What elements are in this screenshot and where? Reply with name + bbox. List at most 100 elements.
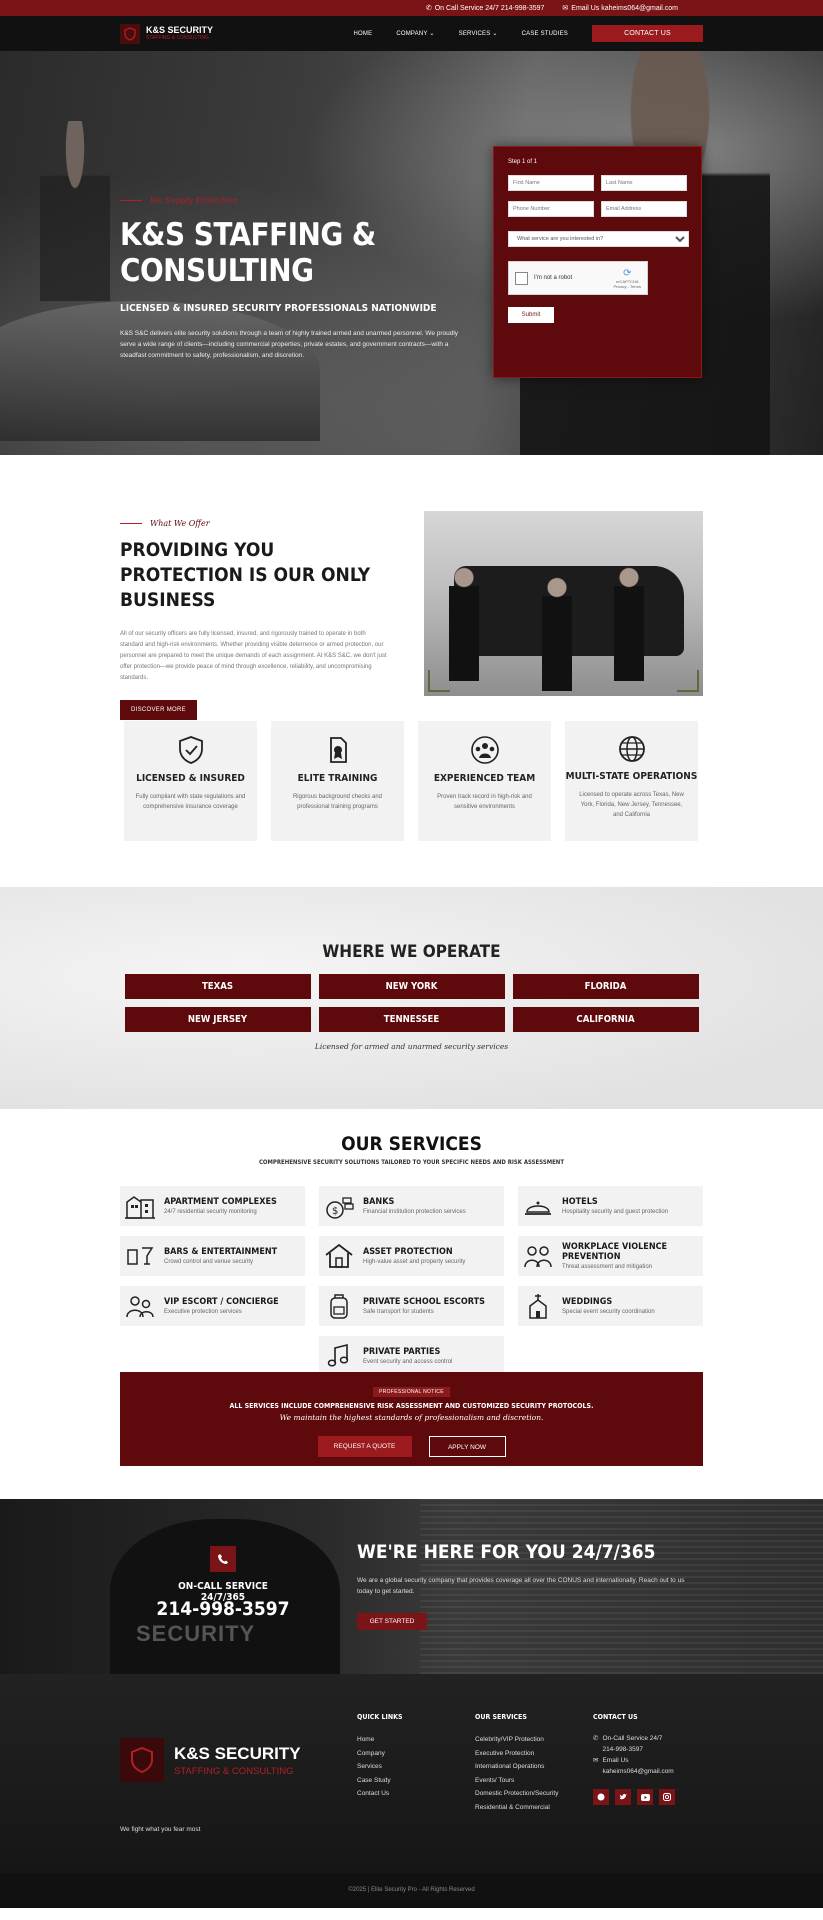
- footer-service-link[interactable]: Domestic Protection/Security: [475, 1787, 558, 1801]
- operate-note: Licensed for armed and unarmed security …: [314, 1042, 509, 1051]
- recaptcha-label: I'm not a robot: [534, 275, 573, 281]
- service-item: HOTELS Hospitality security and guest pro…: [518, 1186, 703, 1226]
- instagram-icon[interactable]: [659, 1789, 675, 1805]
- get-started-button[interactable]: GET STARTED: [357, 1613, 427, 1630]
- submit-button[interactable]: Submit: [508, 307, 554, 323]
- support-phone-number[interactable]: 214-998-3597: [150, 1598, 296, 1620]
- service-text: Event security and access control: [363, 1359, 453, 1365]
- footer-service-link[interactable]: Executive Protection: [475, 1747, 558, 1761]
- site-logo[interactable]: K&S SECURITY STAFFING & CONSULTING: [120, 23, 213, 44]
- footer-email-label: Email Us: [602, 1757, 629, 1764]
- feature-card: EXPERIENCED TEAM Proven track record in …: [418, 721, 551, 841]
- footer-service-link[interactable]: Residential & Commercial: [475, 1801, 558, 1815]
- service-text: Hospitality security and guest protectio…: [562, 1209, 669, 1215]
- footer-link-services[interactable]: Services: [357, 1760, 403, 1774]
- operate-title: WHERE WE OPERATE: [322, 942, 501, 962]
- contact-us-button[interactable]: CONTACT US: [592, 25, 703, 42]
- service-item: WEDDINGS Special event security coordinat…: [518, 1286, 703, 1326]
- service-select[interactable]: What service are you interested in?: [508, 231, 689, 247]
- phone-field[interactable]: [508, 201, 594, 217]
- footer-logo[interactable]: K&S SECURITY STAFFING & CONSULTING: [120, 1738, 301, 1782]
- buildings-icon: [125, 1196, 155, 1219]
- notice-badge: PROFESSIONAL NOTICE: [373, 1387, 450, 1397]
- feature-title: LICENSED & INSURED: [136, 773, 245, 784]
- nav-services[interactable]: SERVICES ⌄: [447, 30, 510, 37]
- service-title: BARS & ENTERTAINMENT: [164, 1247, 278, 1257]
- footer-email[interactable]: ✉ Email Us kaheims064@gmail.com: [593, 1755, 675, 1777]
- hero-guard-image: [40, 121, 110, 301]
- service-title: APARTMENT COMPLEXES: [164, 1197, 277, 1207]
- first-name-field[interactable]: [508, 175, 594, 191]
- hero-section: We Supply Protection K&S STAFFING & CONS…: [0, 51, 823, 455]
- state-california: CALIFORNIA: [512, 1007, 699, 1032]
- footer-brand: K&S SECURITY: [174, 1743, 301, 1763]
- footer-phone[interactable]: ✆ On-Call Service 24/7 214-998-3597: [593, 1733, 675, 1755]
- nav-home[interactable]: HOME: [342, 31, 385, 37]
- service-item: $ BANKS Financial institution protection …: [319, 1186, 504, 1226]
- facebook-icon[interactable]: [593, 1789, 609, 1805]
- vip-icon: [126, 1296, 154, 1318]
- shield-logo-icon: [120, 23, 140, 44]
- nav-case-studies[interactable]: CASE STUDIES: [510, 31, 580, 37]
- discover-more-button[interactable]: DISCOVER MORE: [120, 700, 197, 720]
- service-text: 24/7 residential security monitoring: [164, 1209, 257, 1215]
- service-item: WORKPLACE VIOLENCE PREVENTION Threat asse…: [518, 1236, 703, 1276]
- support-description: We are a global security company that pr…: [357, 1577, 685, 1595]
- services-subtitle: COMPREHENSIVE SECURITY SOLUTIONS TAILORE…: [258, 1159, 565, 1166]
- music-icon: [327, 1343, 349, 1367]
- footer-phone-number: 214-998-3597: [602, 1746, 643, 1753]
- offer-section: What We Offer PROVIDING YOU PROTECTION I…: [0, 455, 823, 720]
- state-florida: FLORIDA: [512, 974, 699, 999]
- feature-title: EXPERIENCED TEAM: [433, 773, 536, 784]
- recaptcha-terms[interactable]: Privacy - Terms: [614, 284, 641, 289]
- copyright-text: ©2025 | Elite Security Pro - All Rights …: [348, 1887, 475, 1893]
- feature-card: MULTI-STATE OPERATIONS Licensed to opera…: [565, 721, 698, 841]
- feature-text: Proven track record in high-risk and sen…: [437, 794, 532, 810]
- service-title: HOTELS: [562, 1197, 598, 1207]
- globe-icon: [618, 736, 645, 762]
- topbar-email[interactable]: ✉ Email Us kaheims064@gmail.com: [562, 4, 678, 12]
- form-step: Step 1 of 1: [508, 159, 538, 165]
- footer-service-link[interactable]: Celebrity/VIP Protection: [475, 1733, 558, 1747]
- service-text: Safe transport for students: [363, 1309, 434, 1315]
- backpack-icon: [330, 1294, 348, 1319]
- service-item: BARS & ENTERTAINMENT Crowd control and ve…: [120, 1236, 305, 1276]
- footer-service-link[interactable]: International Operations: [475, 1760, 558, 1774]
- email-field[interactable]: [601, 201, 687, 217]
- chapel-icon: [529, 1294, 547, 1319]
- apply-now-button[interactable]: APPLY NOW: [428, 1436, 506, 1457]
- hero-subtitle: LICENSED & INSURED SECURITY PROFESSIONAL…: [120, 303, 437, 314]
- services-grid: APARTMENT COMPLEXES 24/7 residential secu…: [0, 1186, 823, 1376]
- copyright-bar: ©2025 | Elite Security Pro - All Rights …: [0, 1873, 823, 1908]
- contact-form: Step 1 of 1 What service are you interes…: [493, 146, 702, 378]
- footer-link-contact[interactable]: Contact Us: [357, 1787, 403, 1801]
- nav-company[interactable]: COMPANY ⌄: [384, 30, 446, 37]
- mail-icon: ✉: [593, 1757, 599, 1764]
- bank-icon: $: [326, 1197, 354, 1219]
- chevron-down-icon: ⌄: [492, 31, 498, 37]
- footer-contact: CONTACT US ✆ On-Call Service 24/7 214-998…: [593, 1713, 675, 1805]
- offer-eyebrow: What We Offer: [120, 519, 390, 528]
- feature-title: ELITE TRAINING: [297, 773, 378, 784]
- footer-service-link[interactable]: Events/ Tours: [475, 1774, 558, 1788]
- footer-link-case-study[interactable]: Case Study: [357, 1774, 403, 1788]
- request-quote-button[interactable]: REQUEST A QUOTE: [317, 1436, 412, 1457]
- state-new-jersey: NEW JERSEY: [124, 1007, 311, 1032]
- topbar-service[interactable]: ✆ On Call Service 24/7 214-998-3597: [426, 4, 545, 12]
- last-name-field[interactable]: [601, 175, 687, 191]
- footer-link-company[interactable]: Company: [357, 1747, 403, 1761]
- bell-icon: [525, 1201, 551, 1215]
- footer-link-home[interactable]: Home: [357, 1733, 403, 1747]
- recaptcha-checkbox[interactable]: [515, 271, 528, 285]
- states-grid: TEXAS NEW YORK FLORIDA NEW JERSEY TENNES…: [0, 974, 823, 1032]
- main-nav: K&S SECURITY STAFFING & CONSULTING HOME …: [0, 16, 823, 51]
- support-title: WE'RE HERE FOR YOU 24/7/365: [357, 1541, 656, 1563]
- shield-logo-icon: [120, 1738, 164, 1782]
- twitter-icon[interactable]: [615, 1789, 631, 1805]
- services-section: OUR SERVICES COMPREHENSIVE SECURITY SOLU…: [0, 1109, 823, 1499]
- youtube-icon[interactable]: [637, 1789, 653, 1805]
- feature-text: Licensed to operate across Texas, New Yo…: [579, 792, 684, 818]
- house-icon: [325, 1243, 353, 1268]
- recaptcha: I'm not a robot ⟳ reCAPTCHA Privacy - Te…: [508, 261, 648, 295]
- feature-text: Fully compliant with state regulations a…: [135, 794, 246, 810]
